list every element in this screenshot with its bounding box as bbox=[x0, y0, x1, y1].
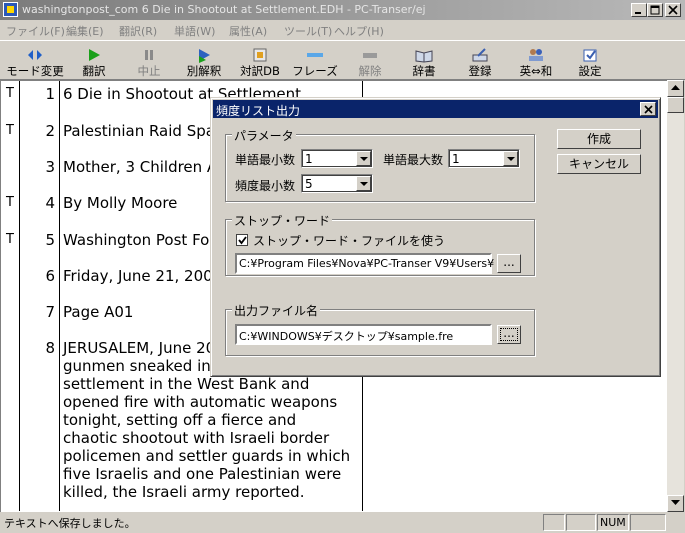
mode-switch-button[interactable]: モード変更 bbox=[4, 41, 66, 79]
status-bar: テキストへ保存しました。 NUM bbox=[0, 512, 685, 533]
menu-file[interactable]: ファイル(F) bbox=[6, 23, 65, 39]
settings-icon bbox=[583, 49, 597, 62]
vertical-scrollbar[interactable] bbox=[667, 80, 684, 512]
play-icon bbox=[89, 49, 100, 61]
min-word-select[interactable]: 1 bbox=[301, 149, 373, 168]
line-mark: T bbox=[6, 123, 14, 138]
max-word-label: 単語最大数 bbox=[383, 153, 444, 167]
group-label: 出力ファイル名 bbox=[232, 302, 321, 319]
line-number-column bbox=[19, 81, 60, 511]
parallel-db-button[interactable]: 対訳DB bbox=[234, 41, 286, 79]
num-lock-indicator: NUM bbox=[597, 514, 629, 531]
menu-bar: ファイル(F) 編集(E) 翻訳(R) 単語(W) 属性(A) ツール(T) ヘ… bbox=[0, 21, 685, 39]
dialog-title: 頻度リスト出力 bbox=[216, 104, 301, 118]
phrase-icon bbox=[307, 53, 323, 57]
close-icon bbox=[668, 5, 678, 15]
line-number: 7 bbox=[45, 303, 55, 321]
line-number: 5 bbox=[45, 231, 55, 249]
minimize-icon bbox=[635, 12, 641, 14]
alt-translation-button[interactable]: 別解釈 bbox=[182, 41, 226, 79]
line-number: 1 bbox=[45, 85, 55, 103]
line-mark: T bbox=[6, 232, 14, 247]
window-title: washingtonpost_com 6 Die in Shootout at … bbox=[22, 3, 426, 16]
group-label: パラメータ bbox=[232, 127, 296, 144]
arrow-up-icon bbox=[671, 85, 680, 90]
arrow-down-icon bbox=[671, 500, 680, 505]
line-number: 6 bbox=[45, 267, 55, 285]
scroll-down-button[interactable] bbox=[667, 495, 684, 512]
stopword-path-field[interactable]: C:¥Program Files¥Nova¥PC-Transer V9¥User… bbox=[235, 253, 494, 274]
register-icon bbox=[472, 48, 488, 62]
people-icon bbox=[529, 49, 543, 61]
alt-play-icon bbox=[199, 49, 210, 63]
line-number: 8 bbox=[45, 339, 55, 357]
menu-tools[interactable]: ツール(T) bbox=[284, 23, 332, 39]
maximize-icon bbox=[650, 5, 660, 15]
menu-word[interactable]: 単語(W) bbox=[174, 23, 215, 39]
release-button[interactable]: 解除 bbox=[352, 41, 388, 79]
app-icon[interactable] bbox=[3, 2, 18, 17]
stopword-browse-button[interactable]: ... bbox=[497, 254, 521, 273]
output-path-field[interactable]: C:¥WINDOWS¥デスクトップ¥sample.fre bbox=[235, 324, 492, 345]
status-panel bbox=[630, 514, 666, 531]
settings-button[interactable]: 設定 bbox=[570, 41, 610, 79]
dialog-close-button[interactable] bbox=[640, 102, 656, 116]
max-word-select[interactable]: 1 bbox=[448, 149, 520, 168]
menu-attribute[interactable]: 属性(A) bbox=[229, 23, 267, 39]
line-mark: T bbox=[6, 195, 14, 210]
output-browse-button[interactable]: ... bbox=[497, 325, 521, 344]
status-panel bbox=[543, 514, 565, 531]
min-word-label: 単語最小数 bbox=[235, 153, 296, 167]
chevron-down-icon bbox=[360, 182, 368, 186]
status-panel bbox=[566, 514, 596, 531]
status-message: テキストへ保存しました。 bbox=[4, 517, 136, 530]
frequency-list-dialog: 頻度リスト出力 パラメータ 単語最小数 1 単語最大数 1 頻度最小数 5 作成… bbox=[210, 97, 661, 377]
dropdown-button[interactable] bbox=[356, 151, 371, 166]
scroll-thumb[interactable] bbox=[667, 97, 684, 113]
release-icon bbox=[363, 53, 377, 58]
use-stopword-checkbox[interactable] bbox=[236, 234, 248, 246]
chevron-down-icon bbox=[507, 157, 515, 161]
use-stopword-label[interactable]: ストップ・ワード・ファイルを使う bbox=[253, 232, 445, 249]
scroll-up-button[interactable] bbox=[667, 80, 684, 97]
line-number: 3 bbox=[45, 158, 55, 176]
menu-edit[interactable]: 編集(E) bbox=[66, 23, 104, 39]
line-number: 2 bbox=[45, 122, 55, 140]
cancel-button[interactable]: キャンセル bbox=[557, 154, 641, 174]
maximize-button[interactable] bbox=[647, 3, 663, 17]
toolbar: モード変更 翻訳 中止 別解釈 対訳DB フレーズ 解除 辞書 登録 英⇔和 設… bbox=[0, 40, 685, 80]
menu-translate[interactable]: 翻訳(R) bbox=[119, 23, 157, 39]
phrase-button[interactable]: フレーズ bbox=[292, 41, 338, 79]
dictionary-button[interactable]: 辞書 bbox=[404, 41, 444, 79]
minimize-button[interactable] bbox=[631, 3, 647, 17]
dialog-title-bar[interactable]: 頻度リスト出力 bbox=[213, 100, 658, 118]
min-frequency-select[interactable]: 5 bbox=[301, 174, 373, 193]
pause-icon bbox=[145, 50, 153, 60]
title-bar: washingtonpost_com 6 Die in Shootout at … bbox=[0, 0, 685, 20]
direction-toggle-button[interactable]: 英⇔和 bbox=[512, 41, 560, 79]
chevron-down-icon bbox=[360, 157, 368, 161]
mode-switch-icon bbox=[28, 50, 42, 60]
close-button[interactable] bbox=[665, 3, 681, 17]
book-icon bbox=[415, 50, 433, 63]
menu-help[interactable]: ヘルプ(H) bbox=[334, 23, 384, 39]
database-icon bbox=[253, 48, 267, 62]
min-frequency-label: 頻度最小数 bbox=[235, 179, 296, 193]
line-number: 4 bbox=[45, 194, 55, 212]
checkmark-icon bbox=[238, 236, 247, 245]
stop-button[interactable]: 中止 bbox=[129, 41, 169, 79]
mark-column bbox=[3, 81, 20, 511]
close-icon bbox=[644, 105, 653, 114]
register-button[interactable]: 登録 bbox=[460, 41, 500, 79]
translate-button[interactable]: 翻訳 bbox=[74, 41, 114, 79]
dropdown-button[interactable] bbox=[503, 151, 518, 166]
create-button[interactable]: 作成 bbox=[557, 129, 641, 149]
group-label: ストップ・ワード bbox=[232, 212, 333, 229]
line-mark: T bbox=[6, 86, 14, 101]
dropdown-button[interactable] bbox=[356, 176, 371, 191]
